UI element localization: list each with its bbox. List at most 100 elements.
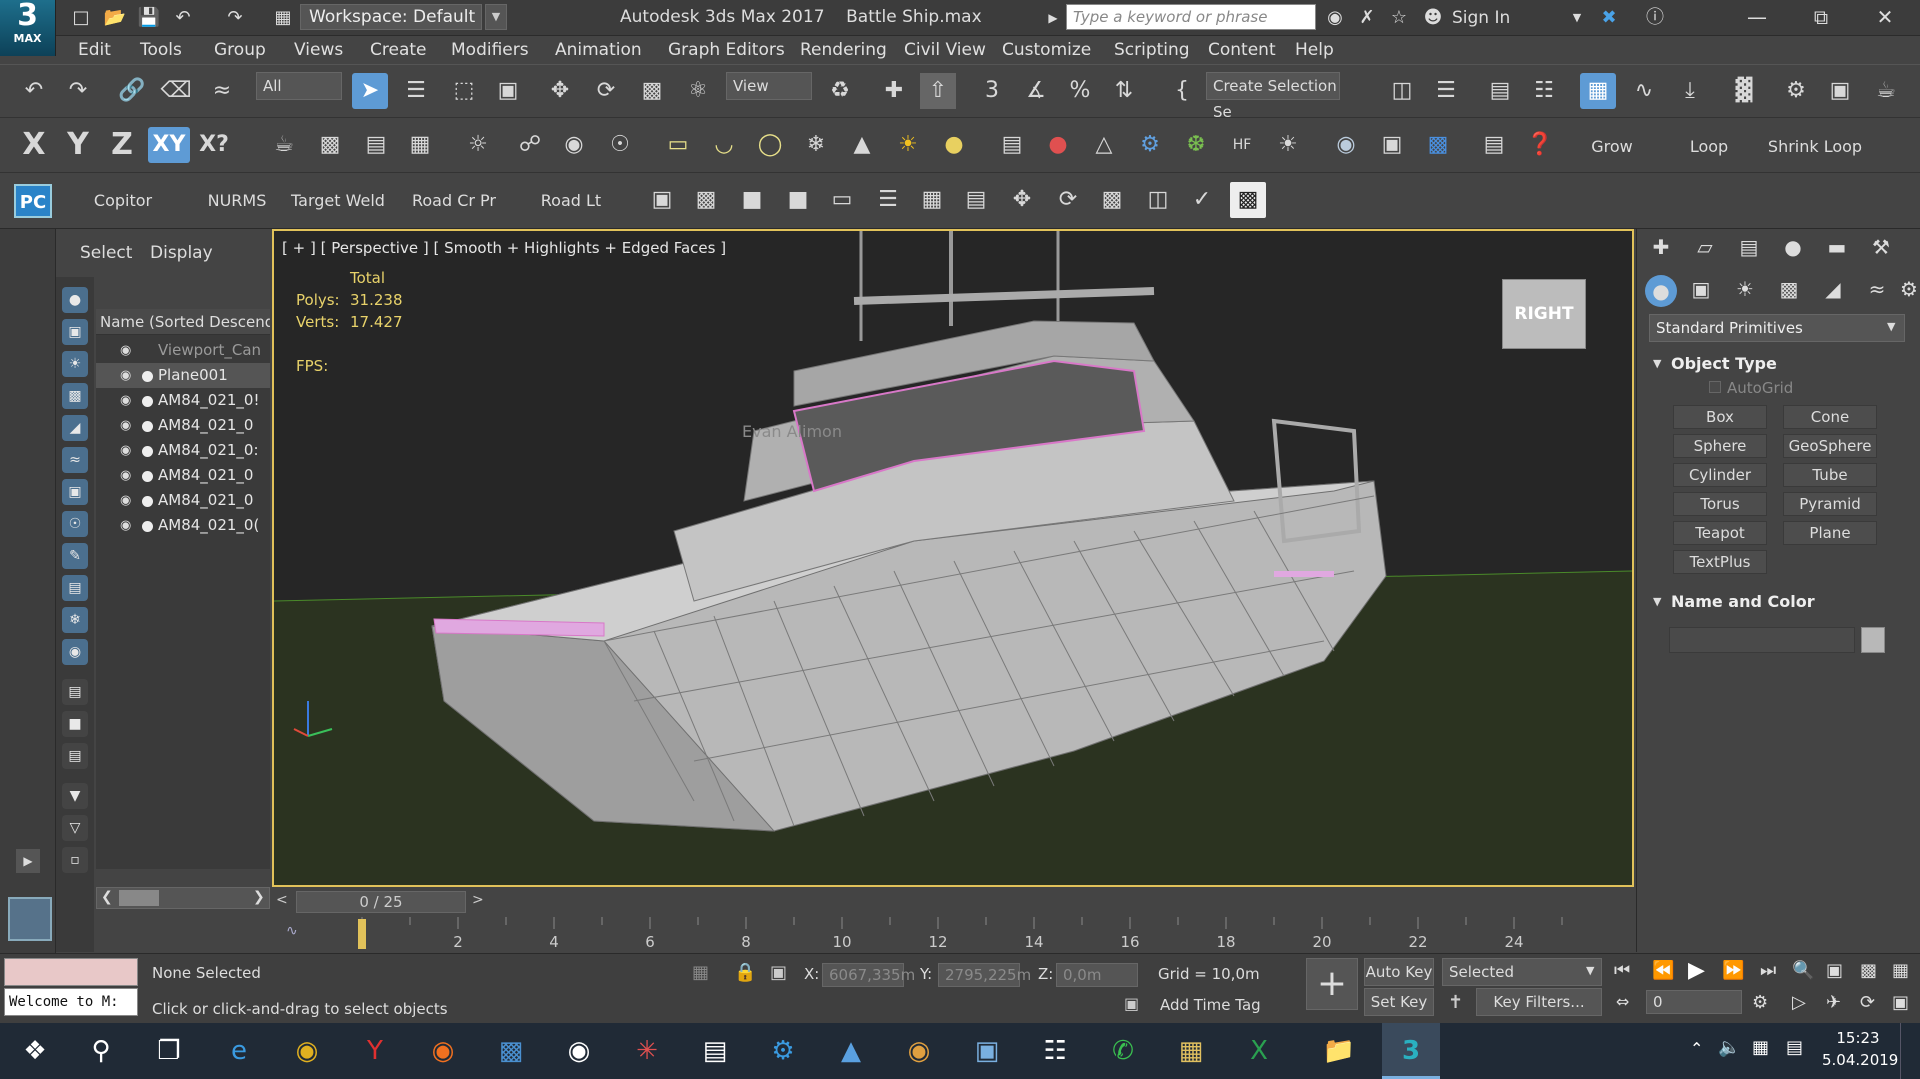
explorer-horizontal-scrollbar[interactable]: ❮ ❯ xyxy=(96,887,270,909)
layer-explorer-icon[interactable]: ☷ xyxy=(1526,73,1562,109)
curve-editor-icon[interactable]: ∿ xyxy=(1626,73,1662,109)
tab-display[interactable]: Display xyxy=(150,243,213,263)
plane-button[interactable]: Plane xyxy=(1783,521,1877,545)
autogrid-checkbox[interactable] xyxy=(1709,381,1721,393)
bind-space-warp-icon[interactable]: ≈ xyxy=(204,73,240,109)
rotate-icon[interactable]: ⟳ xyxy=(588,73,624,109)
menu-rendering[interactable]: Rendering xyxy=(800,36,887,64)
menu-help[interactable]: Help xyxy=(1295,36,1334,64)
filter-bones-icon[interactable]: ✎ xyxy=(62,543,88,569)
pivot-center-icon[interactable]: ♻ xyxy=(822,73,858,109)
reference-coord-select[interactable]: View xyxy=(726,72,812,100)
zoom-all-icon[interactable]: ▣ xyxy=(1826,960,1843,981)
link-icon[interactable]: 🔗 xyxy=(114,73,150,109)
volume-icon[interactable]: 🔈 xyxy=(1718,1037,1740,1058)
zoom-extents-icon[interactable]: ▩ xyxy=(1860,960,1877,981)
eraser-icon[interactable]: ▭ xyxy=(824,182,860,218)
workspace-select[interactable]: Workspace: Default xyxy=(300,4,482,30)
z-coord-field[interactable]: 0,0m xyxy=(1056,963,1138,987)
menu-graph-editors[interactable]: Graph Editors xyxy=(668,36,785,64)
camera-icon[interactable]: ☍ xyxy=(512,127,548,163)
cube-icon[interactable]: ■ xyxy=(734,182,770,218)
list-item[interactable]: ◉ Plane001 xyxy=(96,363,270,388)
eye-icon[interactable]: ◉ xyxy=(120,388,131,413)
helpers-category-icon[interactable]: ◢ xyxy=(1813,277,1853,301)
redo-icon[interactable]: ↷ xyxy=(60,73,96,109)
invert-selection-icon[interactable]: ▤ xyxy=(62,743,88,769)
open-folder-icon[interactable]: 📂 xyxy=(102,5,128,31)
eye-icon[interactable]: ◉ xyxy=(120,463,131,488)
selection-lock-icon[interactable]: 🔒 xyxy=(734,962,756,983)
filter-geometry-icon[interactable]: ● xyxy=(62,287,88,313)
shrink-loop-button[interactable]: Shrink Loop xyxy=(1760,137,1870,156)
workspace-dropdown-icon[interactable]: ▼ xyxy=(485,4,507,30)
scroll-left-icon[interactable]: ❮ xyxy=(101,889,113,905)
undo-icon[interactable]: ↶ xyxy=(16,73,52,109)
eye-icon[interactable]: ◉ xyxy=(120,513,131,538)
select-by-name-icon[interactable]: ☰ xyxy=(398,73,434,109)
set-key-button[interactable]: Set Key xyxy=(1364,988,1434,1016)
rotate-icon[interactable]: ⟳ xyxy=(1050,182,1086,218)
render-setup-icon[interactable]: ⚙ xyxy=(1778,73,1814,109)
modify-tab-icon[interactable]: ▱ xyxy=(1685,235,1725,259)
geometry-category-icon[interactable]: ● xyxy=(1645,275,1677,307)
textplus-button[interactable]: TextPlus xyxy=(1673,550,1767,574)
utilities-tab-icon[interactable]: ⚒ xyxy=(1861,235,1901,259)
time-configuration-icon[interactable]: ⚙ xyxy=(1752,992,1768,1013)
grid-helper-icon[interactable]: ▤ xyxy=(994,127,1030,163)
auto-key-button[interactable]: Auto Key xyxy=(1364,958,1434,986)
app-icon-4[interactable]: ⚙ xyxy=(754,1023,812,1079)
time-slider[interactable]: 0 / 25 xyxy=(296,891,466,913)
computer-icon[interactable]: ▩ xyxy=(482,1023,540,1079)
x-coord-field[interactable]: 6067,335m xyxy=(822,963,915,987)
gear-icon[interactable]: ⚙ xyxy=(1132,127,1168,163)
app-icon-2[interactable]: ✳ xyxy=(618,1023,676,1079)
box-button[interactable]: Box xyxy=(1673,405,1767,429)
eye-icon[interactable]: ◉ xyxy=(120,488,131,513)
menu-edit[interactable]: Edit xyxy=(78,36,111,64)
communication-center-icon[interactable]: ✗ xyxy=(1354,5,1380,31)
menu-content[interactable]: Content xyxy=(1208,36,1276,64)
time-next-icon[interactable]: > xyxy=(472,892,484,908)
create-tab-icon[interactable]: ✚ xyxy=(1641,235,1681,259)
filter-funnel-icon[interactable]: ▼ xyxy=(62,783,88,809)
name-column-header[interactable]: Name (Sorted Descendin xyxy=(96,309,270,335)
plane-icon[interactable]: ■ xyxy=(780,182,816,218)
restore-button[interactable]: ⧉ xyxy=(1790,0,1852,36)
select-all-icon[interactable]: ▤ xyxy=(62,679,88,705)
loop-button[interactable]: Loop xyxy=(1674,137,1744,156)
scale-icon[interactable]: ▩ xyxy=(1094,182,1130,218)
select-manipulate-icon[interactable]: ✚ xyxy=(876,73,912,109)
firefox-icon[interactable]: ◉ xyxy=(414,1023,472,1079)
sphere-shaded-icon[interactable]: ◉ xyxy=(1328,127,1364,163)
yandex-icon[interactable]: Y xyxy=(346,1023,404,1079)
zoom-extents-all-icon[interactable]: ▦ xyxy=(1892,960,1909,981)
save-icon[interactable]: 💾 xyxy=(136,5,162,31)
zoom-icon[interactable]: 🔍 xyxy=(1792,960,1814,981)
app-icon-1[interactable]: ◉ xyxy=(550,1023,608,1079)
rollout-collapse-icon[interactable]: ▼ xyxy=(1653,595,1661,608)
menu-civil-view[interactable]: Civil View xyxy=(904,36,986,64)
internet-explorer-icon[interactable]: e xyxy=(210,1023,268,1079)
filter-frozen-icon[interactable]: ❄ xyxy=(62,607,88,633)
layer-icon[interactable]: ▫ xyxy=(62,847,88,873)
viewcube[interactable]: RIGHT xyxy=(1502,279,1586,349)
previous-frame-icon[interactable]: ⏪ xyxy=(1652,960,1674,981)
maxscript-listener[interactable] xyxy=(4,958,138,986)
menu-tools[interactable]: Tools xyxy=(140,36,182,64)
key-mode-toggle-icon[interactable]: ⇔ xyxy=(1616,992,1629,1011)
motion-tab-icon[interactable]: ● xyxy=(1773,235,1813,259)
track-bar[interactable]: ∿ 2 4 6 8 10 12 14 16 18 20 22 24 xyxy=(272,917,1634,953)
sphere-icon[interactable]: ◯ xyxy=(752,127,788,163)
filter-xrefs-icon[interactable]: ☉ xyxy=(62,511,88,537)
menu-animation[interactable]: Animation xyxy=(555,36,642,64)
torus-button[interactable]: Torus xyxy=(1673,492,1767,516)
help-circle-icon[interactable]: ❓ xyxy=(1522,127,1558,163)
viewport-icon-2[interactable]: ▩ xyxy=(688,182,724,218)
cloth-icon[interactable]: ☀ xyxy=(1270,127,1306,163)
language-icon[interactable]: ▤ xyxy=(1786,1037,1803,1058)
film-camera-icon[interactable]: ☉ xyxy=(602,127,638,163)
absolute-mode-icon[interactable]: ▣ xyxy=(770,962,787,983)
list-item[interactable]: ◉ AM84_021_0: xyxy=(96,438,270,463)
eye-icon[interactable]: ◉ xyxy=(120,438,131,463)
